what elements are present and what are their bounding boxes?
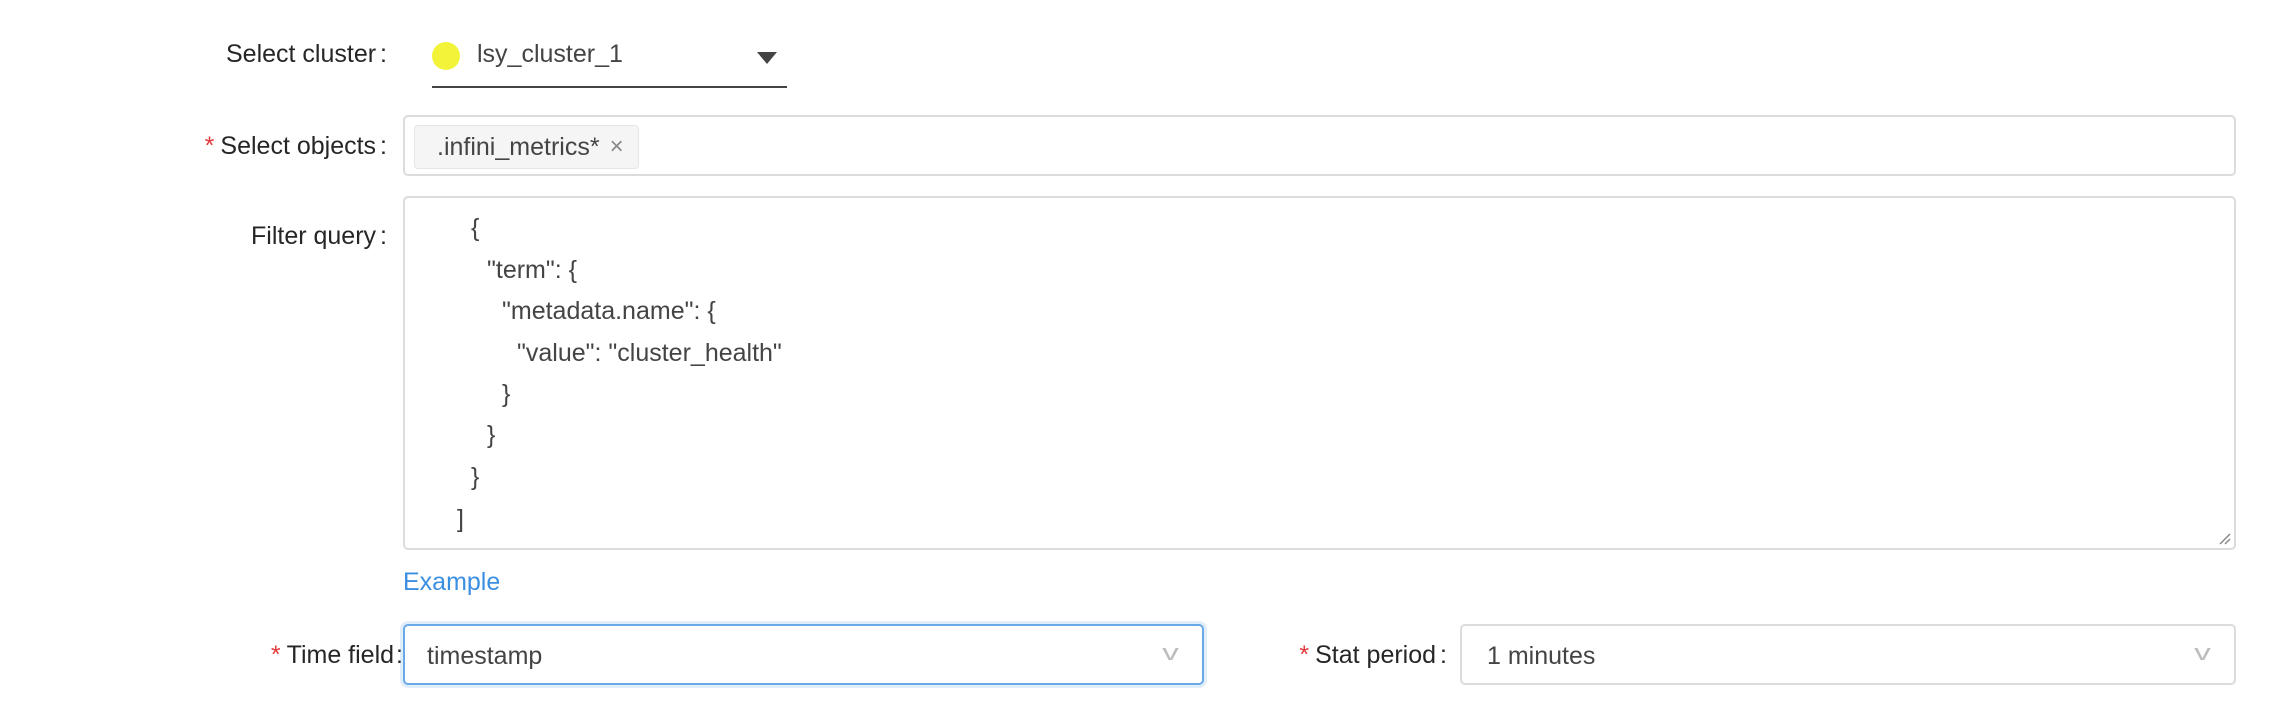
chevron-down-icon: v bbox=[2194, 640, 2211, 665]
filter-label: Filter query: bbox=[251, 222, 387, 251]
cluster-status-dot-icon bbox=[432, 42, 460, 70]
code-line: "term": { bbox=[487, 256, 577, 284]
cluster-select[interactable]: lsy_cluster_1 bbox=[432, 30, 787, 88]
objects-label-text: Select objects bbox=[220, 132, 377, 160]
time-field-value: timestamp bbox=[427, 642, 543, 670]
required-mark: * bbox=[270, 641, 281, 669]
time-field-label-text: Time field bbox=[286, 641, 395, 669]
stat-period-label: * Stat period: bbox=[1299, 641, 1447, 670]
required-mark: * bbox=[1299, 641, 1310, 669]
stat-period-label-text: Stat period bbox=[1315, 641, 1437, 669]
time-field-label: * Time field: bbox=[271, 641, 403, 670]
cluster-value: lsy_cluster_1 bbox=[477, 40, 623, 68]
chevron-down-icon: v bbox=[1162, 640, 1179, 665]
caret-down-icon bbox=[757, 52, 777, 64]
stat-period-value: 1 minutes bbox=[1487, 642, 1596, 670]
resize-handle-icon[interactable] bbox=[2217, 531, 2231, 545]
objects-select[interactable]: .infini_metrics* × bbox=[403, 115, 2236, 176]
cluster-label: Select cluster: bbox=[226, 40, 387, 69]
example-link[interactable]: Example bbox=[403, 568, 500, 597]
code-line: "metadata.name": { bbox=[502, 297, 716, 325]
code-line: } bbox=[487, 421, 496, 449]
objects-label: * Select objects: bbox=[205, 132, 387, 161]
remove-tag-icon[interactable]: × bbox=[610, 133, 624, 161]
stat-period-select[interactable]: 1 minutes v bbox=[1460, 624, 2236, 685]
colon: : bbox=[380, 40, 387, 68]
object-tag-label: .infini_metrics* bbox=[437, 132, 600, 161]
filter-label-text: Filter query bbox=[251, 222, 377, 250]
colon: : bbox=[396, 641, 403, 669]
code-line: ] bbox=[457, 505, 464, 533]
code-line: } bbox=[502, 380, 511, 408]
code-line: } bbox=[471, 463, 480, 491]
object-tag: .infini_metrics* × bbox=[414, 125, 639, 169]
code-line: "value": "cluster_health" bbox=[517, 339, 782, 367]
time-field-select[interactable]: timestamp v bbox=[403, 624, 1204, 685]
cluster-label-text: Select cluster bbox=[225, 40, 377, 68]
code-line: { bbox=[471, 214, 480, 242]
colon: : bbox=[1440, 641, 1447, 669]
required-mark: * bbox=[204, 132, 215, 160]
colon: : bbox=[380, 132, 387, 160]
colon: : bbox=[380, 222, 387, 250]
filter-query-textarea[interactable]: { "term": { "metadata.name": { "value": … bbox=[403, 196, 2236, 550]
